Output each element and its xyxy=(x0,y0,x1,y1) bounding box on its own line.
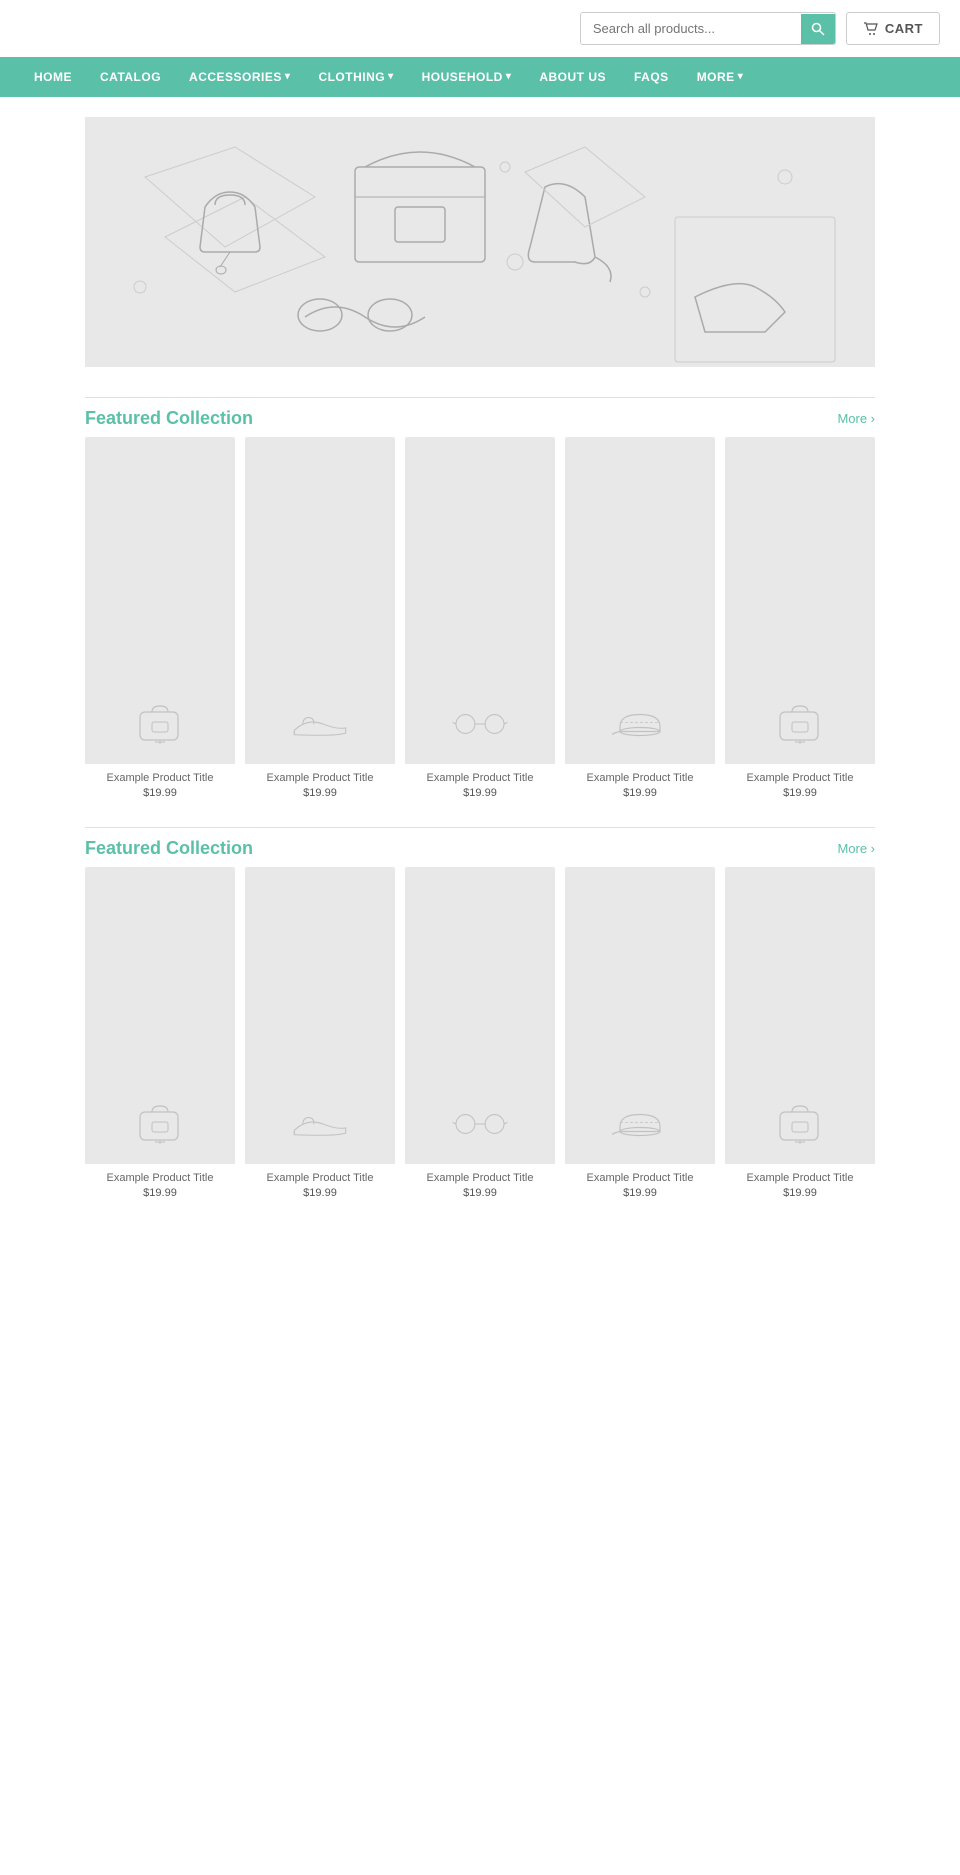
chevron-down-icon: ▾ xyxy=(285,57,291,97)
product-info: Example Product Title $19.99 xyxy=(405,764,555,807)
product-card[interactable]: Example Product Title $19.99 xyxy=(85,867,235,1207)
backpack-icon xyxy=(130,1104,190,1144)
cart-label: CART xyxy=(885,21,923,36)
product-image xyxy=(725,867,875,1164)
hero-illustration xyxy=(85,117,875,367)
product-title: Example Product Title xyxy=(573,772,707,784)
chevron-down-icon: ▾ xyxy=(506,57,512,97)
product-title: Example Product Title xyxy=(253,1172,387,1184)
product-image xyxy=(565,867,715,1164)
featured-section-1-header: Featured Collection More › xyxy=(85,397,875,437)
product-grid-1: Example Product Title $19.99 Example Pro… xyxy=(85,437,875,807)
product-title: Example Product Title xyxy=(93,1172,227,1184)
product-card[interactable]: Example Product Title $19.99 xyxy=(565,437,715,807)
product-price: $19.99 xyxy=(733,1187,867,1199)
product-title: Example Product Title xyxy=(733,772,867,784)
product-grid-2: Example Product Title $19.99 Example Pro… xyxy=(85,867,875,1207)
nav-accessories[interactable]: ACCESSORIES ▾ xyxy=(175,57,304,97)
featured-2-title: Featured Collection xyxy=(85,838,253,859)
product-card[interactable]: Example Product Title $19.99 xyxy=(725,437,875,807)
search-icon xyxy=(811,22,825,36)
product-info: Example Product Title $19.99 xyxy=(725,1164,875,1207)
product-title: Example Product Title xyxy=(93,772,227,784)
backpack-icon xyxy=(770,1104,830,1144)
featured-1-more[interactable]: More › xyxy=(837,411,875,426)
product-info: Example Product Title $19.99 xyxy=(405,1164,555,1207)
product-info: Example Product Title $19.99 xyxy=(245,1164,395,1207)
product-card[interactable]: Example Product Title $19.99 xyxy=(85,437,235,807)
shoe-icon xyxy=(290,704,350,744)
product-title: Example Product Title xyxy=(573,1172,707,1184)
product-image xyxy=(725,437,875,764)
featured-2-more[interactable]: More › xyxy=(837,841,875,856)
product-info: Example Product Title $19.99 xyxy=(85,1164,235,1207)
product-info: Example Product Title $19.99 xyxy=(85,764,235,807)
product-image xyxy=(405,867,555,1164)
search-button[interactable] xyxy=(801,14,835,44)
cap-icon xyxy=(610,1104,670,1144)
product-card[interactable]: Example Product Title $19.99 xyxy=(245,867,395,1207)
product-info: Example Product Title $19.99 xyxy=(565,764,715,807)
product-title: Example Product Title xyxy=(413,1172,547,1184)
cart-icon xyxy=(863,22,879,36)
featured-section-2-header: Featured Collection More › xyxy=(85,827,875,867)
glasses-icon xyxy=(450,704,510,744)
product-card[interactable]: Example Product Title $19.99 xyxy=(725,867,875,1207)
product-info: Example Product Title $19.99 xyxy=(245,764,395,807)
product-price: $19.99 xyxy=(93,787,227,799)
shoe-icon xyxy=(290,1104,350,1144)
product-title: Example Product Title xyxy=(253,772,387,784)
product-price: $19.99 xyxy=(413,787,547,799)
product-image xyxy=(565,437,715,764)
product-card[interactable]: Example Product Title $19.99 xyxy=(405,437,555,807)
product-title: Example Product Title xyxy=(413,772,547,784)
product-title: Example Product Title xyxy=(733,1172,867,1184)
product-price: $19.99 xyxy=(93,1187,227,1199)
cart-button[interactable]: CART xyxy=(846,12,940,45)
product-price: $19.99 xyxy=(573,1187,707,1199)
nav-clothing[interactable]: CLOTHING ▾ xyxy=(304,57,407,97)
product-card[interactable]: Example Product Title $19.99 xyxy=(565,867,715,1207)
glasses-icon xyxy=(450,1104,510,1144)
product-price: $19.99 xyxy=(253,787,387,799)
product-card[interactable]: Example Product Title $19.99 xyxy=(405,867,555,1207)
cap-icon xyxy=(610,704,670,744)
nav-about[interactable]: ABOUT US xyxy=(525,57,620,97)
nav-catalog[interactable]: CATALOG xyxy=(86,57,175,97)
product-price: $19.99 xyxy=(573,787,707,799)
product-image xyxy=(85,867,235,1164)
product-price: $19.99 xyxy=(733,787,867,799)
product-price: $19.99 xyxy=(413,1187,547,1199)
product-card[interactable]: Example Product Title $19.99 xyxy=(245,437,395,807)
product-price: $19.99 xyxy=(253,1187,387,1199)
nav-faqs[interactable]: FAQS xyxy=(620,57,683,97)
nav-household[interactable]: HOUSEHOLD ▾ xyxy=(408,57,526,97)
product-info: Example Product Title $19.99 xyxy=(565,1164,715,1207)
main-content: Featured Collection More › Example Produ… xyxy=(85,387,875,1237)
product-image xyxy=(245,437,395,764)
product-info: Example Product Title $19.99 xyxy=(725,764,875,807)
backpack-icon xyxy=(130,704,190,744)
product-image xyxy=(405,437,555,764)
featured-1-title: Featured Collection xyxy=(85,408,253,429)
search-wrapper xyxy=(580,12,836,45)
nav-more[interactable]: MORE ▾ xyxy=(683,57,758,97)
header-top: CART xyxy=(0,0,960,57)
hero-banner xyxy=(85,117,875,367)
nav-bar: HOME CATALOG ACCESSORIES ▾ CLOTHING ▾ HO… xyxy=(0,57,960,97)
product-image xyxy=(245,867,395,1164)
chevron-down-icon: ▾ xyxy=(738,57,744,97)
nav-home[interactable]: HOME xyxy=(20,57,86,97)
search-input[interactable] xyxy=(581,13,801,44)
product-image xyxy=(85,437,235,764)
backpack-icon xyxy=(770,704,830,744)
chevron-down-icon: ▾ xyxy=(388,57,394,97)
